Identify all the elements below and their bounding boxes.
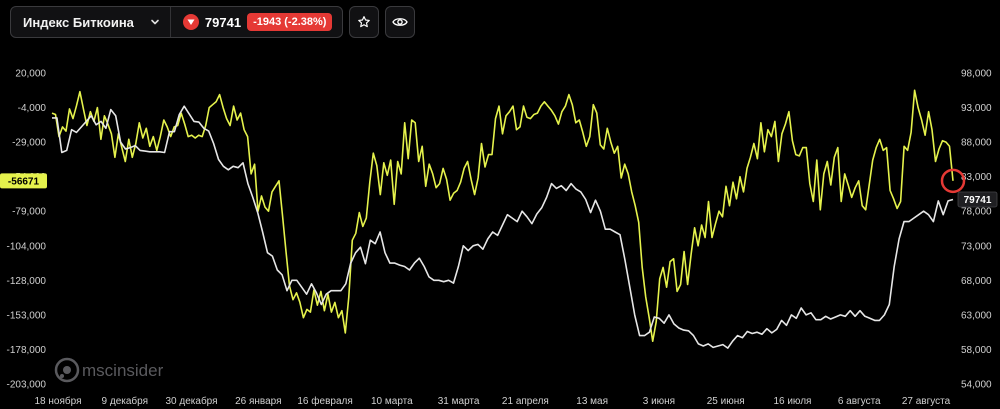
x-axis-tick: 25 июня (707, 396, 745, 407)
left-axis-tick: -178,000 (7, 345, 47, 356)
x-axis-tick: 26 января (235, 396, 281, 407)
left-axis-tick: -104,000 (7, 241, 47, 252)
right-axis-tick: 83,000 (961, 172, 992, 183)
right-axis-tick: 93,000 (961, 103, 992, 114)
right-axis: 98,000 93,000 88,000 83,000 78,000 73,000 68,0… (961, 69, 992, 391)
right-axis-tick: 78,000 (961, 207, 992, 218)
line-chart: mscinsider 20,000-4,000-29,000-54,000-79… (0, 69, 998, 407)
x-axis-tick: 27 августа (902, 396, 951, 407)
left-axis-tick: -79,000 (12, 207, 46, 218)
watermark-text: mscinsider (82, 361, 164, 380)
series-layer (51, 89, 954, 349)
right-axis-tick: 73,000 (961, 241, 992, 252)
x-axis: 18 ноября 9 декабря 30 декабря 26 января 16 … (35, 395, 951, 407)
x-axis-tick: 3 июня (643, 396, 675, 407)
current-value-markers: -56671 79741 (0, 168, 998, 208)
left-current-value-label: -56671 (8, 176, 40, 187)
right-axis-tick: 68,000 (961, 276, 992, 287)
x-axis-tick: 16 июля (773, 396, 811, 407)
right-axis-tick: 63,000 (961, 310, 992, 321)
left-axis-tick: 20,000 (15, 69, 46, 80)
left-axis: 20,000-4,000-29,000-54,000-79,000-104,00… (7, 69, 47, 391)
x-axis-tick: 6 августа (838, 396, 881, 407)
left-axis-tick: -4,000 (18, 103, 47, 114)
right-axis-tick: 88,000 (961, 138, 992, 149)
watermark: mscinsider (54, 357, 164, 383)
x-axis-tick: 30 декабря (166, 395, 218, 407)
right-axis-tick: 54,000 (961, 380, 992, 391)
x-axis-tick: 18 ноября (35, 395, 82, 407)
x-axis-tick: 13 мая (576, 396, 608, 407)
left-axis-tick: -128,000 (7, 276, 47, 287)
msc-logo-icon (54, 357, 80, 383)
x-axis-tick: 10 марта (371, 396, 413, 407)
series-line-left (51, 89, 954, 342)
x-axis-tick: 9 декабря (102, 395, 148, 407)
right-current-value-label: 79741 (964, 195, 992, 206)
x-axis-tick: 31 марта (438, 396, 480, 407)
right-axis-tick: 98,000 (961, 69, 992, 80)
left-axis-tick: -203,000 (7, 380, 47, 391)
x-axis-tick: 21 апреля (502, 396, 549, 407)
series-line-right (52, 105, 954, 349)
left-axis-tick: -153,000 (7, 310, 47, 321)
right-axis-tick: 58,000 (961, 345, 992, 356)
left-axis-tick: -29,000 (12, 138, 46, 149)
x-axis-tick: 16 февраля (297, 395, 352, 407)
